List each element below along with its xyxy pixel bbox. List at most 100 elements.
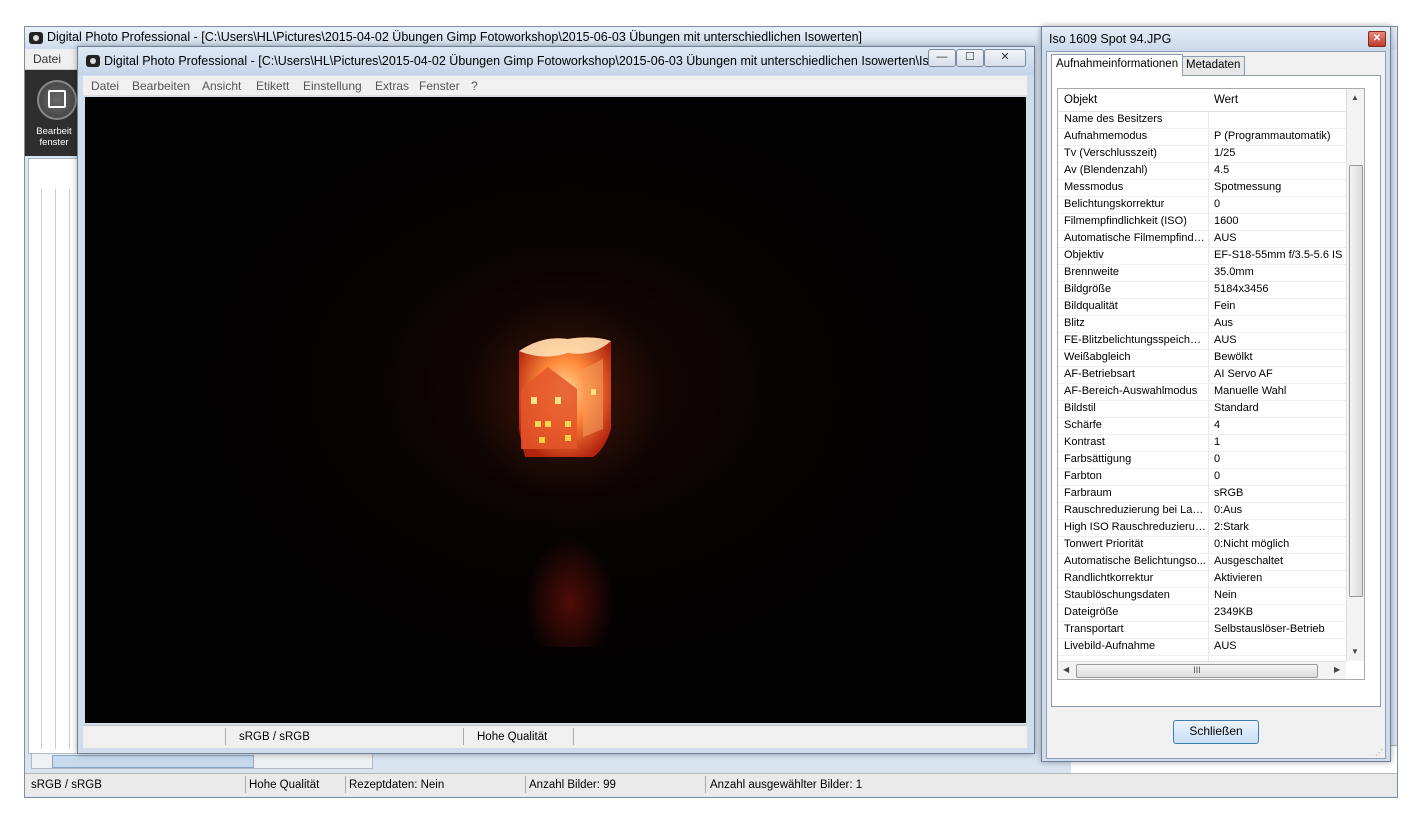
close-button[interactable]: ✕	[984, 49, 1026, 67]
scrollbar-thumb[interactable]	[52, 755, 254, 768]
property-value: 1/25	[1214, 147, 1236, 159]
property-row[interactable]: FE-Blitzbelichtungsspeicher... AUS	[1058, 332, 1346, 350]
schliessen-button[interactable]: Schließen	[1173, 720, 1259, 744]
property-row[interactable]: Bildgröße 5184x3456	[1058, 281, 1346, 299]
property-value: 1600	[1214, 215, 1239, 227]
viewer-window-title: Digital Photo Professional - [C:\Users\H…	[104, 54, 930, 68]
property-row[interactable]: Farbsättigung 0	[1058, 451, 1346, 469]
property-name: Belichtungskorrektur	[1064, 198, 1165, 210]
property-row[interactable]: Bildqualität Fein	[1058, 298, 1346, 316]
viewer-status-color-space: sRGB / sRGB	[239, 731, 310, 743]
property-row[interactable]: Filmempfindlichkeit (ISO) 1600	[1058, 213, 1346, 231]
main-menubar: Datei	[25, 49, 85, 70]
property-value: sRGB	[1214, 487, 1244, 499]
property-row[interactable]: Weißabgleich Bewölkt	[1058, 349, 1346, 367]
menu-datei[interactable]: Datei	[91, 79, 119, 93]
property-row[interactable]: Av (Blendenzahl) 4.5	[1058, 162, 1346, 180]
edit-window-label: Bearbeit fenster	[36, 126, 72, 148]
property-row[interactable]: Transportart Selbstauslöser-Betrieb	[1058, 621, 1346, 639]
vertical-scrollbar[interactable]: ▲ ▼	[1346, 89, 1364, 661]
property-value: AI Servo AF	[1214, 368, 1273, 380]
property-row[interactable]: Randlichtkorrektur Aktivieren	[1058, 570, 1346, 588]
edit-window-button[interactable]	[37, 80, 77, 120]
property-row[interactable]: Automatische Belichtungso... Ausgeschalte…	[1058, 553, 1346, 571]
property-grid: Objekt Wert Name des Besitzers Aufnahmemo…	[1057, 88, 1365, 680]
property-row[interactable]: Automatische Filmempfindli... AUS	[1058, 230, 1346, 248]
scroll-down-arrow-icon[interactable]: ▼	[1351, 647, 1359, 656]
property-value: 0:Aus	[1214, 504, 1243, 516]
property-row[interactable]: Farbraum sRGB	[1058, 485, 1346, 503]
property-row[interactable]: Kontrast 1	[1058, 434, 1346, 452]
menu-etikett[interactable]: Etikett	[256, 79, 289, 93]
maximize-button[interactable]: ☐	[956, 49, 984, 67]
horizontal-scrollbar[interactable]: ◀ III ▶	[1058, 661, 1346, 679]
property-row[interactable]: Schärfe 4	[1058, 417, 1346, 435]
property-value: 0	[1214, 198, 1221, 210]
property-row[interactable]: Blitz Aus	[1058, 315, 1346, 333]
menu-help[interactable]: ?	[471, 79, 478, 93]
property-row[interactable]: Belichtungskorrektur 0	[1058, 196, 1346, 214]
property-row[interactable]: Brennweite 35.0mm	[1058, 264, 1346, 282]
photo-preview[interactable]	[85, 97, 1026, 723]
menu-bearbeiten[interactable]: Bearbeiten	[132, 79, 190, 93]
menu-fenster[interactable]: Fenster	[419, 79, 460, 93]
property-row[interactable]: Livebild-Aufnahme AUS	[1058, 638, 1346, 656]
main-toolbar: Bearbeit fenster	[25, 70, 83, 156]
property-rows: Objekt Wert Name des Besitzers Aufnahmemo…	[1058, 89, 1346, 661]
property-name: Tv (Verschlusszeit)	[1064, 147, 1157, 159]
property-row[interactable]: Dateigröße 2349KB	[1058, 604, 1346, 622]
property-name: Name des Besitzers	[1064, 113, 1163, 125]
scroll-right-arrow-icon[interactable]: ▶	[1334, 665, 1340, 674]
property-value: Selbstauslöser-Betrieb	[1214, 623, 1325, 635]
viewer-titlebar[interactable]: Digital Photo Professional - [C:\Users\H…	[78, 47, 1034, 75]
property-value: 5184x3456	[1214, 283, 1269, 295]
info-titlebar[interactable]: Iso 1609 Spot 94.JPG ✕	[1042, 27, 1390, 51]
tab-metadaten[interactable]: Metadaten	[1181, 56, 1246, 75]
property-row[interactable]: Objektiv EF-S18-55mm f/3.5-5.6 IS I	[1058, 247, 1346, 265]
property-row[interactable]: Rauschreduzierung bei Lan... 0:Aus	[1058, 502, 1346, 520]
scrollbar-thumb[interactable]	[1349, 165, 1363, 597]
resize-grip-icon[interactable]: ⋰	[1375, 748, 1383, 757]
main-horizontal-scrollbar[interactable]	[31, 753, 373, 769]
property-row[interactable]: Bildstil Standard	[1058, 400, 1346, 418]
property-row[interactable]: Farbton 0	[1058, 468, 1346, 486]
column-header-objekt[interactable]: Objekt	[1064, 89, 1097, 111]
column-header-wert[interactable]: Wert	[1214, 89, 1238, 111]
property-name: Av (Blendenzahl)	[1064, 164, 1148, 176]
status-image-count: Anzahl Bilder: 99	[529, 779, 616, 791]
property-name: Rauschreduzierung bei Lan...	[1064, 504, 1206, 516]
menu-einstellung[interactable]: Einstellung	[303, 79, 362, 93]
status-recipe: Rezeptdaten: Nein	[349, 779, 445, 791]
menu-extras[interactable]: Extras	[375, 79, 409, 93]
property-row[interactable]: Tonwert Priorität 0:Nicht möglich	[1058, 536, 1346, 554]
scroll-left-arrow-icon[interactable]: ◀	[1063, 665, 1069, 674]
property-row[interactable]: Aufnahmemodus P (Programmautomatik)	[1058, 128, 1346, 146]
tab-aufnahmeinformationen[interactable]: Aufnahmeinformationen	[1051, 54, 1184, 76]
property-name: AF-Betriebsart	[1064, 368, 1135, 380]
scrollbar-thumb[interactable]: III	[1076, 664, 1318, 678]
minimize-button[interactable]: —	[928, 49, 956, 67]
property-name: Schärfe	[1064, 419, 1102, 431]
property-row[interactable]: AF-Betriebsart AI Servo AF	[1058, 366, 1346, 384]
property-value: Manuelle Wahl	[1214, 385, 1287, 397]
property-row[interactable]: Staublöschungsdaten Nein	[1058, 587, 1346, 605]
menu-ansicht[interactable]: Ansicht	[202, 79, 241, 93]
property-value: Fein	[1214, 300, 1236, 312]
thumbnail-panel	[28, 158, 82, 754]
scroll-up-arrow-icon[interactable]: ▲	[1351, 93, 1359, 102]
main-statusbar: sRGB / sRGB Hohe Qualität Rezeptdaten: N…	[25, 773, 1397, 796]
property-name: Kontrast	[1064, 436, 1105, 448]
property-row[interactable]: Messmodus Spotmessung	[1058, 179, 1346, 197]
property-name: Automatische Belichtungso...	[1064, 555, 1206, 567]
property-value: Spotmessung	[1214, 181, 1282, 193]
property-row[interactable]: High ISO Rauschreduzierung 2:Stark	[1058, 519, 1346, 537]
property-name: Staublöschungsdaten	[1064, 589, 1170, 601]
property-value: EF-S18-55mm f/3.5-5.6 IS I	[1214, 249, 1344, 261]
property-row[interactable]: Name des Besitzers	[1058, 111, 1346, 129]
property-row[interactable]: AF-Bereich-Auswahlmodus Manuelle Wahl	[1058, 383, 1346, 401]
property-name: Objektiv	[1064, 249, 1104, 261]
property-name: Messmodus	[1064, 181, 1124, 193]
close-icon[interactable]: ✕	[1368, 31, 1386, 47]
property-row[interactable]: Tv (Verschlusszeit) 1/25	[1058, 145, 1346, 163]
menu-datei[interactable]: Datei	[33, 52, 61, 66]
